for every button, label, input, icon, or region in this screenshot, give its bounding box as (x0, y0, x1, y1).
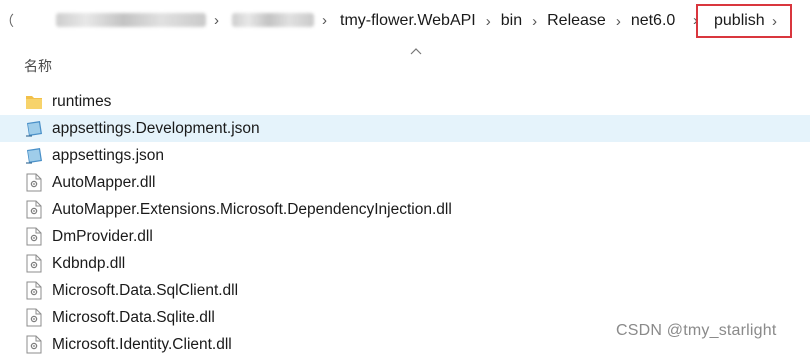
list-item[interactable]: AutoMapper.dll (0, 169, 810, 196)
breadcrumb-separator[interactable]: › (522, 0, 547, 42)
file-name: Microsoft.Data.SqlClient.dll (52, 281, 239, 299)
folder-icon (24, 92, 44, 112)
list-item[interactable]: Microsoft.Data.SqlClient.dll (0, 277, 810, 304)
dll-file-icon (24, 254, 44, 274)
file-name: DmProvider.dll (52, 227, 153, 245)
sort-ascending-icon (410, 44, 422, 58)
dll-file-icon (24, 308, 44, 328)
dll-file-icon (24, 227, 44, 247)
address-bar-left-fragment: （ (0, 13, 14, 29)
breadcrumb-separator: › (322, 12, 327, 29)
file-name: Kdbndp.dll (52, 254, 126, 272)
list-item[interactable]: runtimes (0, 88, 810, 115)
breadcrumb: tmy-flower.WebAPI › bin › Release › net6… (340, 0, 675, 42)
column-header: 名称 (0, 42, 810, 86)
list-item[interactable]: DmProvider.dll (0, 223, 810, 250)
file-name: AutoMapper.dll (52, 173, 156, 191)
dll-file-icon (24, 173, 44, 193)
breadcrumb-item[interactable]: net6.0 (631, 0, 675, 42)
dll-file-icon (24, 281, 44, 301)
chevron-right-icon[interactable]: › (772, 0, 777, 42)
list-item[interactable]: Kdbndp.dll (0, 250, 810, 277)
json-file-icon (24, 146, 44, 166)
column-header-name[interactable]: 名称 (24, 56, 52, 76)
breadcrumb-item[interactable]: Release (547, 0, 606, 42)
breadcrumb-item-current[interactable]: publish (714, 0, 765, 42)
file-name: AutoMapper.Extensions.Microsoft.Dependen… (52, 200, 452, 218)
list-item[interactable]: appsettings.json (0, 142, 810, 169)
address-bar[interactable]: （ › › tmy-flower.WebAPI › bin › Release … (0, 0, 810, 42)
redacted-path-segment (232, 13, 314, 27)
dll-file-icon (24, 200, 44, 220)
breadcrumb-item[interactable]: bin (501, 0, 522, 42)
breadcrumb-item[interactable]: tmy-flower.WebAPI (340, 0, 476, 42)
file-name: appsettings.Development.json (52, 119, 260, 137)
file-name: Microsoft.Identity.Client.dll (52, 335, 232, 353)
list-item[interactable]: AutoMapper.Extensions.Microsoft.Dependen… (0, 196, 810, 223)
json-file-icon (24, 119, 44, 139)
redacted-path-segment (56, 13, 206, 27)
watermark: CSDN @tmy_starlight (616, 322, 777, 339)
file-name: Microsoft.Data.Sqlite.dll (52, 308, 215, 326)
file-name: appsettings.json (52, 146, 165, 164)
file-list: runtimes appsettings.Development.json ap… (0, 88, 810, 358)
list-item[interactable]: appsettings.Development.json (0, 115, 810, 142)
breadcrumb-separator[interactable]: › (606, 0, 631, 42)
breadcrumb-separator: › (214, 12, 219, 29)
breadcrumb-separator[interactable]: › (476, 0, 501, 42)
file-name: runtimes (52, 92, 112, 110)
